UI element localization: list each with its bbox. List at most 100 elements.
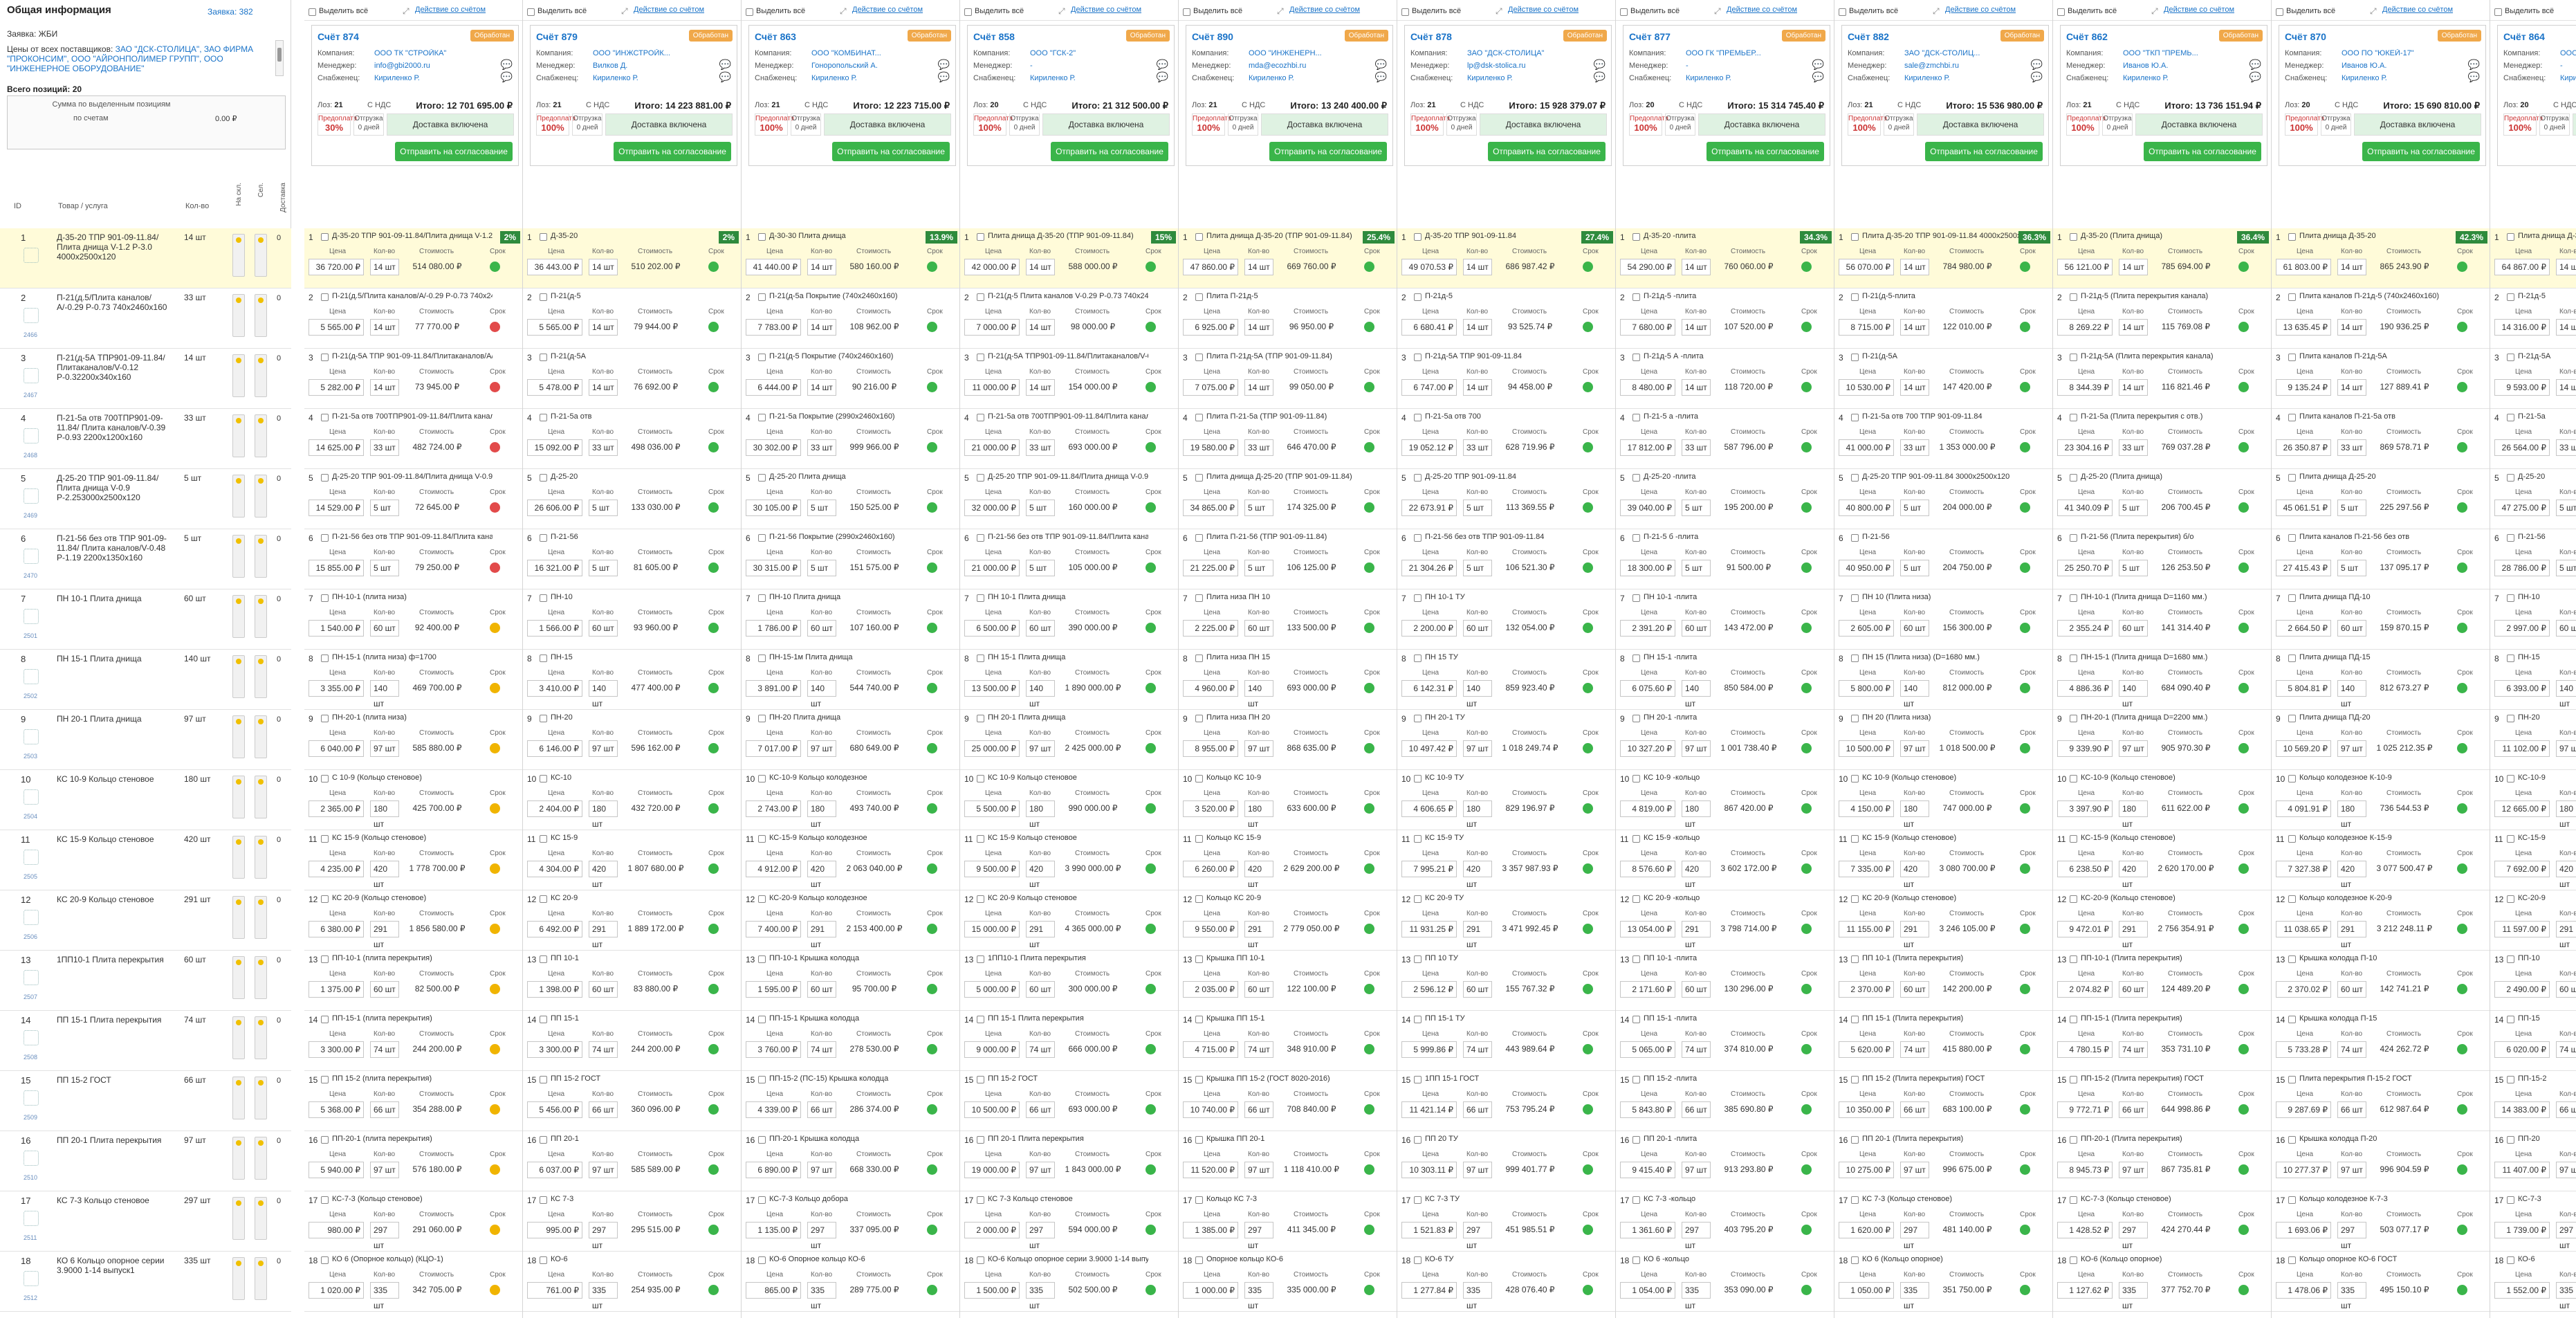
qty-input[interactable]: 14 шт — [2337, 259, 2366, 275]
qty-input[interactable]: 140 шт — [807, 680, 836, 708]
status-icon[interactable] — [2457, 502, 2467, 513]
offer-row-checkbox[interactable] — [2288, 474, 2296, 482]
qty-input[interactable]: 33 шт — [1463, 439, 1492, 456]
price-input[interactable]: 3 355.00 ₽ — [309, 680, 364, 697]
price-input[interactable]: 4 091.91 ₽ — [2276, 800, 2331, 817]
price-input[interactable]: 1 739.00 ₽ — [2494, 1222, 2550, 1238]
suppliers-scrollbar[interactable] — [275, 40, 284, 76]
price-input[interactable]: 2 391.20 ₽ — [1620, 620, 1675, 637]
price-input[interactable]: 1 385.00 ₽ — [1183, 1222, 1238, 1238]
qty-input[interactable]: 335 шт — [370, 1282, 399, 1310]
qty-input[interactable]: 297 шт — [2556, 1222, 2576, 1250]
offer-row-checkbox[interactable] — [321, 293, 329, 301]
stock-toggle[interactable] — [232, 1077, 245, 1119]
row-num[interactable]: 2504 — [24, 813, 37, 820]
qty-input[interactable]: 60 шт — [1682, 620, 1711, 637]
offer-row-checkbox[interactable] — [1414, 1196, 1422, 1204]
qty-input[interactable]: 5 шт — [1463, 500, 1492, 516]
price-input[interactable]: 9 000.00 ₽ — [964, 1041, 1020, 1058]
expand-icon[interactable]: ⤢ — [1933, 6, 1940, 17]
offer-row-checkbox[interactable] — [321, 354, 329, 361]
stock-toggle[interactable] — [232, 1137, 245, 1180]
price-input[interactable]: 8 269.22 ₽ — [2057, 319, 2113, 336]
qty-input[interactable]: 14 шт — [2337, 319, 2366, 336]
status-icon[interactable] — [2020, 863, 2030, 874]
offer-row-checkbox[interactable] — [321, 1256, 329, 1264]
status-icon[interactable] — [490, 924, 500, 934]
status-icon[interactable] — [1801, 1225, 1812, 1235]
chat-icon[interactable]: 💬 — [1157, 71, 1168, 83]
price-input[interactable]: 9 415.40 ₽ — [1620, 1162, 1675, 1178]
price-input[interactable]: 1 478.06 ₽ — [2276, 1282, 2331, 1299]
price-input[interactable]: 7 335.00 ₽ — [1839, 861, 1894, 877]
chat-icon[interactable]: 💬 — [938, 59, 950, 71]
status-icon[interactable] — [1146, 984, 1156, 994]
offer-row-checkbox[interactable] — [758, 474, 766, 482]
price-input[interactable]: 14 529.00 ₽ — [309, 500, 364, 516]
offer-row-checkbox[interactable] — [540, 1136, 547, 1144]
offer-row-checkbox[interactable] — [321, 1016, 329, 1023]
offer-row-checkbox[interactable] — [1632, 474, 1640, 482]
offer-row-checkbox[interactable] — [1195, 354, 1203, 361]
status-icon[interactable] — [1801, 322, 1812, 332]
product-row[interactable]: 15 2509 ПП 15-2 ГОСТ 66 шт 0 — [0, 1071, 291, 1131]
price-input[interactable]: 41 440.00 ₽ — [746, 259, 801, 275]
price-input[interactable]: 56 121.00 ₽ — [2057, 259, 2113, 275]
offer-row-checkbox[interactable] — [977, 1256, 984, 1264]
price-input[interactable]: 1 050.00 ₽ — [1839, 1282, 1894, 1299]
status-icon[interactable] — [1583, 1044, 1593, 1054]
status-icon[interactable] — [1364, 502, 1374, 513]
status-icon[interactable] — [2020, 1285, 2030, 1295]
account-actions-dropdown[interactable]: Действие со счётом — [415, 6, 486, 14]
price-input[interactable]: 5 065.00 ₽ — [1620, 1041, 1675, 1058]
row-num[interactable]: 2468 — [24, 452, 37, 459]
offer-row-checkbox[interactable] — [2507, 775, 2514, 782]
qty-input[interactable]: 60 шт — [1900, 981, 1929, 998]
offer-row-checkbox[interactable] — [2507, 715, 2514, 722]
stock-toggle[interactable] — [232, 1197, 245, 1240]
product-row[interactable]: 5 2469 Д-25-20 ТПР 901-09-11.84/ Плита дни… — [0, 469, 291, 529]
qty-input[interactable]: 33 шт — [1900, 439, 1929, 456]
status-icon[interactable] — [927, 623, 937, 633]
qty-input[interactable]: 97 шт — [370, 740, 399, 757]
status-icon[interactable] — [708, 382, 719, 392]
qty-input[interactable]: 97 шт — [2337, 740, 2366, 757]
price-input[interactable]: 11 520.00 ₽ — [1183, 1162, 1238, 1178]
status-icon[interactable] — [1801, 683, 1812, 693]
row-num[interactable]: 2503 — [24, 753, 37, 760]
sel-toggle[interactable] — [255, 1197, 267, 1240]
qty-input[interactable]: 14 шт — [1463, 319, 1492, 336]
price-input[interactable]: 6 890.00 ₽ — [746, 1162, 801, 1178]
offer-row-checkbox[interactable] — [977, 414, 984, 421]
offer-row-checkbox[interactable] — [1632, 1016, 1640, 1023]
price-input[interactable]: 6 492.00 ₽ — [527, 921, 582, 937]
status-icon[interactable] — [927, 683, 937, 693]
offer-row-checkbox[interactable] — [2070, 1196, 2077, 1204]
offer-row-checkbox[interactable] — [540, 1196, 547, 1204]
price-input[interactable]: 2 074.82 ₽ — [2057, 981, 2113, 998]
offer-row-checkbox[interactable] — [2070, 414, 2077, 421]
price-input[interactable]: 47 860.00 ₽ — [1183, 259, 1238, 275]
price-input[interactable]: 21 304.26 ₽ — [1401, 560, 1457, 576]
offer-row-checkbox[interactable] — [758, 895, 766, 903]
status-icon[interactable] — [2238, 262, 2249, 272]
qty-input[interactable]: 14 шт — [807, 319, 836, 336]
status-icon[interactable] — [2238, 743, 2249, 753]
chat-icon[interactable]: 💬 — [1157, 59, 1168, 71]
status-icon[interactable] — [490, 1225, 500, 1235]
offer-row-checkbox[interactable] — [321, 1136, 329, 1144]
qty-input[interactable]: 180 шт — [2119, 800, 2148, 829]
stock-toggle[interactable] — [232, 956, 245, 999]
offer-row-checkbox[interactable] — [1632, 1136, 1640, 1144]
account-title[interactable]: Счёт 879 — [536, 31, 578, 42]
price-input[interactable]: 6 380.00 ₽ — [309, 921, 364, 937]
price-input[interactable]: 6 020.00 ₽ — [2494, 1041, 2550, 1058]
qty-input[interactable]: 5 шт — [370, 560, 399, 576]
qty-input[interactable]: 5 шт — [2556, 560, 2576, 576]
send-for-approval-button[interactable]: Отправить на согласование — [1051, 142, 1168, 161]
status-icon[interactable] — [1801, 502, 1812, 513]
status-icon[interactable] — [1146, 442, 1156, 452]
qty-input[interactable]: 74 шт — [2119, 1041, 2148, 1058]
select-all-checkbox[interactable] — [964, 8, 972, 16]
offer-row-checkbox[interactable] — [321, 594, 329, 602]
